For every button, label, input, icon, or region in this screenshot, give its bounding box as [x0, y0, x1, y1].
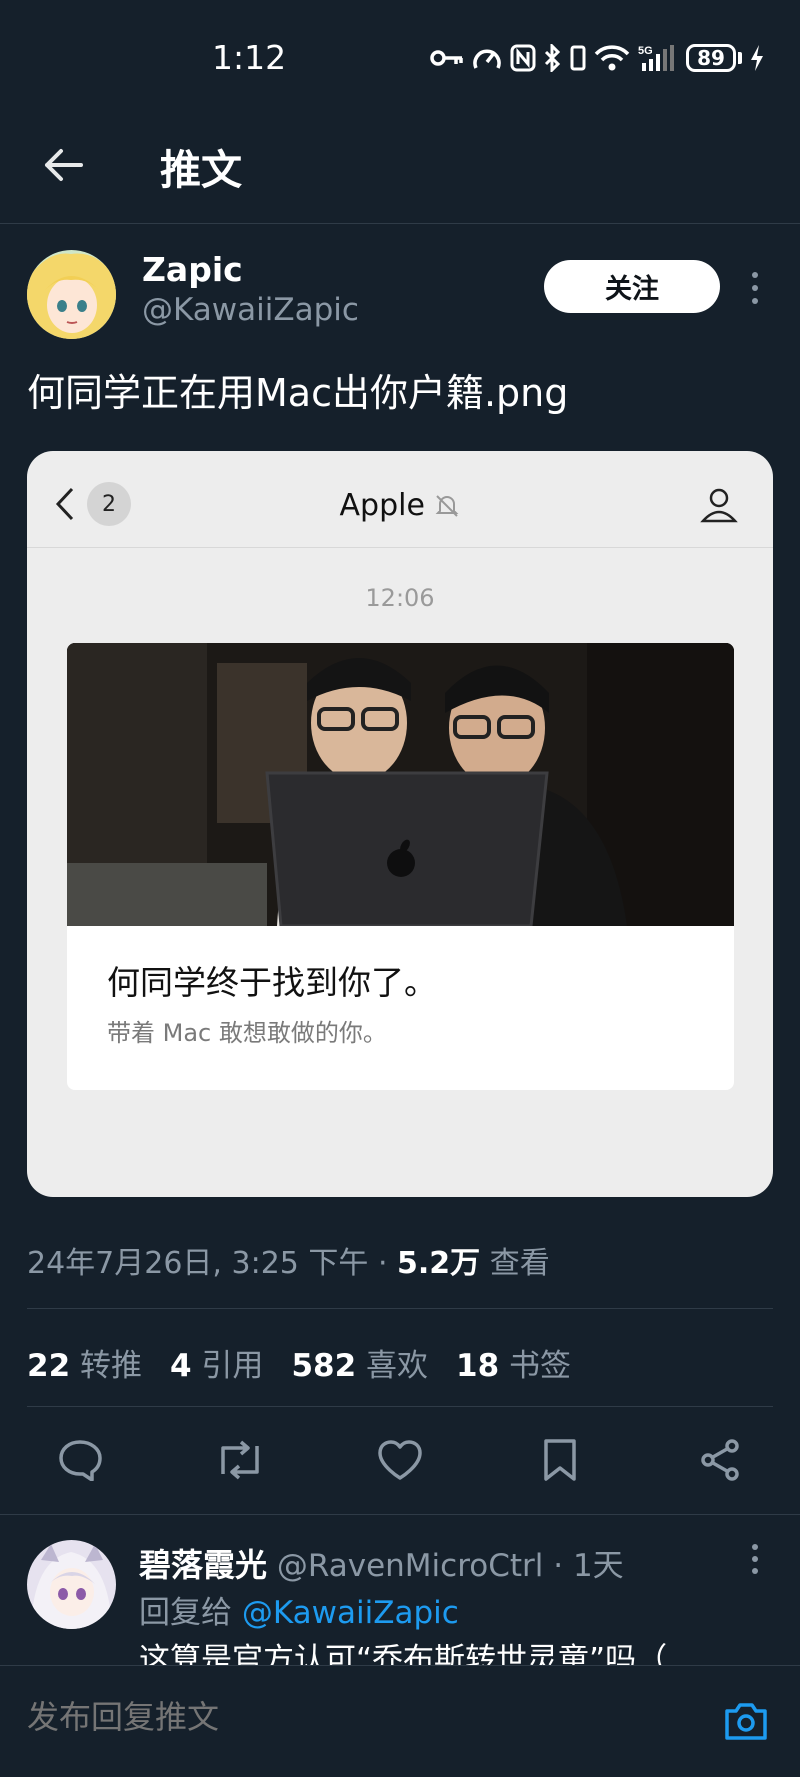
stat-quotes[interactable]: 4 引用: [170, 1340, 263, 1385]
more-options-icon[interactable]: [745, 270, 765, 306]
status-bar: 1:12 5G 89: [0, 0, 800, 116]
reply-handle-time: @RavenMicroCtrl · 1天: [267, 1548, 624, 1584]
reply-avatar[interactable]: [27, 1540, 116, 1629]
bookmark-button[interactable]: [530, 1430, 590, 1490]
message-card: 何同学终于找到你了。 带着 Mac 敢想敢做的你。: [67, 643, 734, 1090]
bluetooth-icon: [544, 44, 562, 72]
status-icons: 5G 89: [430, 40, 764, 76]
share-icon: [701, 1439, 739, 1481]
tweet-image[interactable]: 2 Apple 12:06 何同学终于找到你了。 带着 Mac 敢想敢做的你。: [27, 451, 773, 1197]
bell-muted-icon: [436, 494, 459, 517]
vibrate-icon: [570, 44, 586, 72]
card-header: 2 Apple: [27, 451, 773, 548]
tweet-meta: 24年7月26日, 3:25 下午 · 5.2万 查看: [27, 1238, 550, 1282]
stat-retweets[interactable]: 22 转推: [27, 1340, 142, 1385]
key-icon: [430, 47, 464, 69]
camera-icon: [725, 1703, 767, 1740]
charging-icon: [750, 44, 764, 72]
reply-more-options-icon[interactable]: [745, 1544, 765, 1574]
nfc-icon: [510, 44, 536, 72]
divider: [27, 1406, 773, 1407]
bookmark-icon: [544, 1439, 576, 1481]
share-button[interactable]: [690, 1430, 750, 1490]
battery-icon: 89: [686, 44, 742, 72]
reply-button[interactable]: [50, 1430, 110, 1490]
message-title: 何同学终于找到你了。: [107, 963, 437, 1002]
reply-icon: [59, 1440, 102, 1481]
view-count[interactable]: 5.2万: [397, 1246, 480, 1281]
retweet-icon: [221, 1440, 259, 1480]
divider: [27, 1308, 773, 1309]
action-bar: [0, 1430, 800, 1490]
reply-header: 碧落霞光 @RavenMicroCtrl · 1天: [139, 1540, 624, 1586]
reply-to-line: 回复给 @KawaiiZapic: [139, 1595, 459, 1631]
author-avatar[interactable]: [27, 250, 116, 339]
battery-level: 89: [686, 44, 736, 72]
page-title: 推文: [160, 146, 242, 194]
compose-bar: [0, 1665, 800, 1777]
stat-bookmarks[interactable]: 18 书签: [456, 1340, 571, 1385]
reply-author-name[interactable]: 碧落霞光: [139, 1546, 267, 1584]
like-button[interactable]: [370, 1430, 430, 1490]
card-timestamp: 12:06: [365, 584, 435, 612]
card-title: Apple: [27, 487, 773, 523]
heart-icon: [378, 1440, 422, 1480]
person-icon: [700, 488, 738, 523]
wifi-icon: [594, 44, 630, 72]
tweet-text: 何同学正在用Mac出你户籍.png: [27, 371, 569, 415]
views-label: 查看: [480, 1246, 550, 1281]
reply-input[interactable]: [27, 1698, 587, 1736]
arrow-left-icon: [45, 149, 83, 181]
message-subtitle: 带着 Mac 敢想敢做的你。: [107, 1019, 387, 1047]
divider: [0, 1514, 800, 1515]
svg-text:5G: 5G: [638, 45, 653, 57]
signal-5g-icon: 5G: [638, 43, 678, 73]
speedometer-icon: [472, 44, 502, 72]
follow-button[interactable]: 关注: [544, 260, 720, 313]
promo-photo: [67, 643, 734, 926]
retweet-button[interactable]: [210, 1430, 270, 1490]
reply-to-link[interactable]: @KawaiiZapic: [242, 1595, 459, 1631]
tweet-date: 24年7月26日, 3:25 下午 ·: [27, 1246, 398, 1281]
back-button[interactable]: [38, 140, 88, 190]
author-handle[interactable]: @KawaiiZapic: [142, 292, 359, 328]
engagement-stats: 22 转推 4 引用 582 喜欢 18 书签: [27, 1340, 571, 1385]
status-time: 1:12: [212, 38, 287, 77]
author-name[interactable]: Zapic: [142, 250, 243, 289]
camera-button[interactable]: [720, 1696, 772, 1746]
stat-likes[interactable]: 582 喜欢: [291, 1340, 428, 1385]
top-app-bar: 推文: [0, 116, 800, 224]
